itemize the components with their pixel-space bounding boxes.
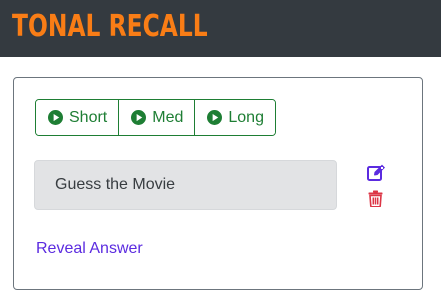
play-med-label: Med xyxy=(152,108,184,126)
clip-title: Guess the Movie xyxy=(34,160,337,210)
play-short-button[interactable]: Short xyxy=(36,100,119,135)
clip-card: Short Med Long Guess the Movie Reveal An… xyxy=(13,77,423,290)
play-short-label: Short xyxy=(69,108,108,126)
reveal-answer-link[interactable]: Reveal Answer xyxy=(36,240,143,258)
play-long-label: Long xyxy=(228,108,264,126)
navbar: TONAL RECALL xyxy=(0,0,441,57)
play-circle-icon xyxy=(48,110,63,125)
app-brand[interactable]: TONAL RECALL xyxy=(12,4,208,50)
play-med-button[interactable]: Med xyxy=(118,100,195,135)
play-circle-icon xyxy=(131,110,147,125)
clip-length-button-group: Short Med Long xyxy=(35,99,276,136)
edit-icon[interactable] xyxy=(367,164,386,181)
play-long-button[interactable]: Long xyxy=(194,100,275,135)
trash-icon[interactable] xyxy=(368,190,383,207)
play-circle-icon xyxy=(207,110,223,125)
